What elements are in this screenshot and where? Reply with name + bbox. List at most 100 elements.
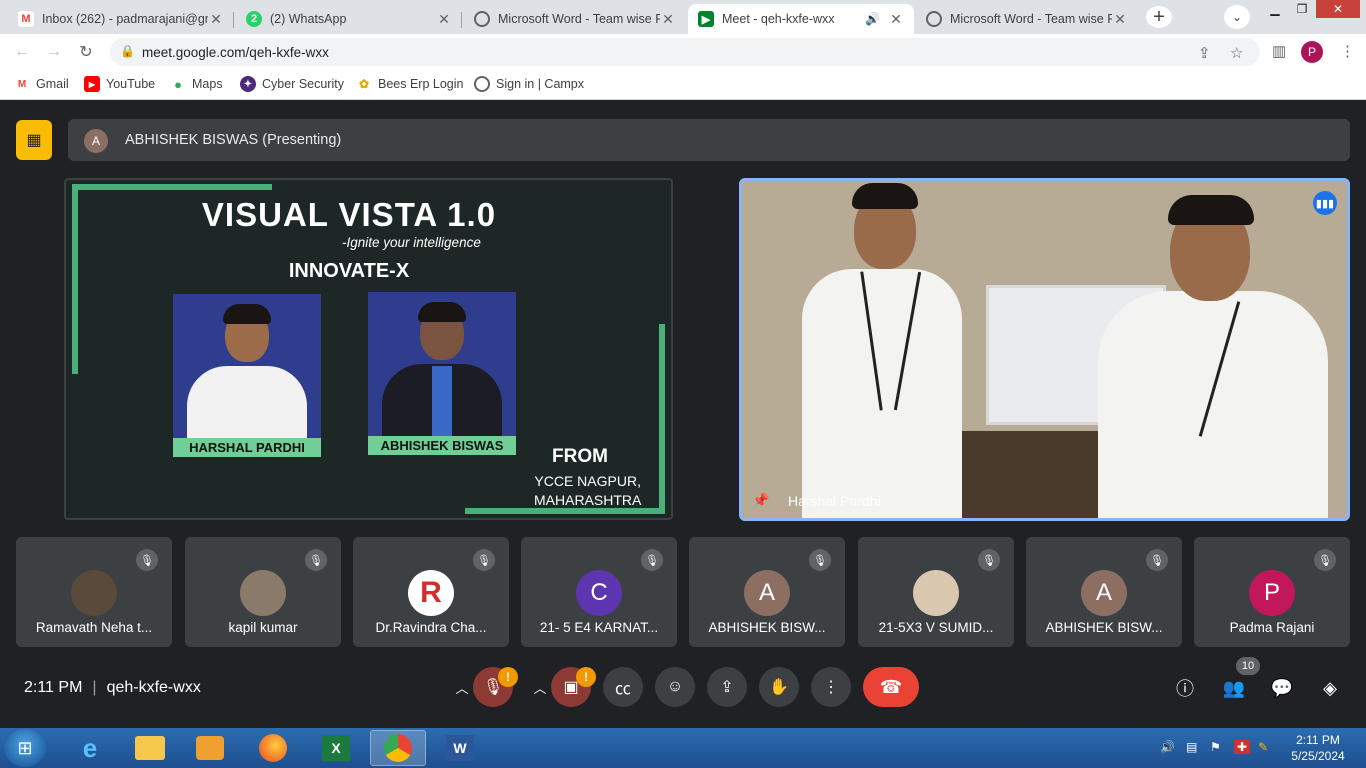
captions-button[interactable]: ㏄ — [603, 667, 643, 707]
back-button[interactable]: ← — [10, 40, 34, 64]
taskbar-firefox[interactable] — [245, 730, 301, 766]
close-window-button[interactable]: ✕ — [1316, 0, 1360, 18]
camera-warning-badge: ! — [576, 667, 596, 687]
chrome-icon — [384, 734, 412, 762]
tab-whatsapp[interactable]: 2 (2) WhatsApp ✕ — [236, 4, 462, 34]
tab-word-1[interactable]: Microsoft Word - Team wise Pr ✕ — [464, 4, 686, 34]
people-icon[interactable]: 👥 — [1221, 675, 1247, 701]
emoji-reactions-button[interactable]: ☺ — [655, 667, 695, 707]
bookmark-label: Maps — [192, 77, 223, 91]
spotlight-video-tile[interactable]: ▮▮▮ 📌 Harshal Pardhi — [739, 178, 1350, 521]
globe-icon — [926, 11, 942, 27]
bookmark-gmail[interactable]: M Gmail — [14, 76, 69, 92]
taskbar-chrome[interactable] — [370, 730, 426, 766]
tab-title: Microsoft Word - Team wise Pr — [498, 12, 660, 26]
mic-off-icon: 🎙 — [1146, 549, 1168, 571]
bookmark-label: YouTube — [106, 77, 156, 91]
action-center-icon[interactable]: ⚑ — [1210, 740, 1221, 754]
new-tab-button[interactable]: + — [1146, 6, 1172, 28]
taskbar-media-player[interactable] — [182, 730, 238, 766]
mic-off-icon: 🎙 — [1314, 549, 1336, 571]
participant-tile[interactable]: 🎙 P Padma Rajani — [1194, 537, 1350, 647]
tab-meet[interactable]: ▶ Meet - qeh-kxfe-wxx 🔊 ✕ — [688, 4, 914, 34]
maps-icon: ● — [174, 76, 182, 92]
network-icon[interactable]: ▤ — [1186, 740, 1197, 754]
member-photo-2 — [368, 292, 516, 438]
volume-icon[interactable]: 🔊 — [1160, 740, 1175, 754]
slide-title: VISUAL VISTA 1.0 — [201, 196, 497, 233]
raise-hand-button[interactable]: ✋ — [759, 667, 799, 707]
presentation-toggle-button[interactable]: ▦ — [16, 120, 52, 160]
system-clock[interactable]: 2:11 PM 5/25/2024 — [1282, 732, 1354, 764]
bookmark-campx[interactable]: Sign in | Campx — [474, 76, 584, 92]
minimize-button[interactable]: ▁ — [1262, 0, 1288, 18]
forward-button[interactable]: → — [42, 40, 66, 64]
bookmark-maps[interactable]: ● Maps — [170, 76, 223, 92]
video-options-chevron-icon[interactable]: ︿ — [527, 674, 553, 700]
mic-off-icon: 🎙 — [136, 549, 158, 571]
lock-icon[interactable]: 🔒 — [120, 44, 135, 58]
participant-name: kapil kumar — [228, 620, 298, 635]
participant-tile[interactable]: 🎙 21-5X3 V SUMID... — [858, 537, 1014, 647]
participant-tile[interactable]: 🎙 R Dr.Ravindra Cha... — [353, 537, 509, 647]
leave-call-button[interactable]: ☎ — [863, 667, 919, 707]
meet-icon: ▶ — [698, 11, 714, 27]
media-player-icon — [196, 736, 224, 760]
member-name-1: HARSHAL PARDHI — [173, 438, 321, 457]
taskbar-excel[interactable]: X — [308, 730, 364, 766]
start-button[interactable]: ⊞ — [4, 729, 46, 767]
close-tab-icon[interactable]: ✕ — [660, 11, 676, 28]
participant-tile[interactable]: 🎙 A ABHISHEK BISW... — [689, 537, 845, 647]
bookmark-star-icon[interactable]: ☆ — [1230, 44, 1243, 62]
tab-search-button[interactable]: ⌄ — [1224, 5, 1250, 29]
tray-app-icon[interactable]: ✎ — [1258, 740, 1268, 754]
bookmark-youtube[interactable]: ▶ YouTube — [84, 76, 155, 92]
chat-icon[interactable]: 💬 — [1269, 675, 1295, 701]
share-icon[interactable]: ⇪ — [1198, 44, 1211, 62]
profile-avatar[interactable]: P — [1301, 41, 1323, 63]
menu-icon[interactable]: ⋮ — [1340, 42, 1355, 60]
slide-subtitle: -Ignite your intelligence — [342, 235, 481, 250]
bookmark-label: Sign in | Campx — [496, 77, 585, 91]
bookmarks-bar: M Gmail ▶ YouTube ● Maps ✦ Cyber Securit… — [0, 70, 1366, 100]
close-tab-icon[interactable]: ✕ — [1112, 11, 1128, 28]
taskbar-word[interactable]: W — [432, 730, 488, 766]
participant-name: 21- 5 E4 KARNAT... — [539, 620, 659, 635]
maximize-button[interactable]: ❐ — [1289, 0, 1315, 18]
system-date: 5/25/2024 — [1291, 749, 1345, 763]
taskbar-ie[interactable]: e — [62, 730, 118, 766]
windows-taskbar: ⊞ e X W 🔊 ▤ ⚑ ✚ ✎ 2:11 PM 5/25/2024 — [0, 728, 1366, 768]
internet-explorer-icon: e — [82, 732, 98, 763]
tab-gmail[interactable]: M Inbox (262) - padmarajani@gm ✕ — [8, 4, 234, 34]
member-name-2: ABHISHEK BISWAS — [368, 436, 516, 455]
participant-avatar: P — [1249, 570, 1295, 616]
audio-options-chevron-icon[interactable]: ︿ — [449, 674, 475, 700]
tab-word-2[interactable]: Microsoft Word - Team wise Pr ✕ — [916, 4, 1138, 34]
audio-playing-icon[interactable]: 🔊 — [865, 12, 880, 26]
close-tab-icon[interactable]: ✕ — [888, 11, 904, 28]
close-tab-icon[interactable]: ✕ — [436, 11, 452, 28]
participant-tile[interactable]: 🎙 Ramavath Neha t... — [16, 537, 172, 647]
activities-icon[interactable]: ◈ — [1317, 675, 1343, 701]
participant-tile[interactable]: 🎙 kapil kumar — [185, 537, 341, 647]
address-bar[interactable]: 🔒 meet.google.com/qeh-kxfe-wxx ⇪ ☆ — [110, 38, 1260, 66]
participant-avatar — [71, 570, 117, 616]
bookmark-cyber-security[interactable]: ✦ Cyber Security — [240, 76, 344, 92]
antivirus-icon[interactable]: ✚ — [1234, 740, 1251, 754]
side-panel-icon[interactable]: ▥ — [1272, 42, 1286, 60]
reload-button[interactable]: ↻ — [74, 40, 98, 64]
participant-tile[interactable]: 🎙 C 21- 5 E4 KARNAT... — [521, 537, 677, 647]
taskbar-explorer[interactable] — [122, 730, 178, 766]
tab-title: Microsoft Word - Team wise Pr — [950, 12, 1112, 26]
bookmark-label: Gmail — [36, 77, 69, 91]
present-now-button[interactable]: ⇪ — [707, 667, 747, 707]
participant-tile[interactable]: 🎙 A ABHISHEK BISW... — [1026, 537, 1182, 647]
pin-icon[interactable]: 📌 — [752, 492, 769, 509]
close-tab-icon[interactable]: ✕ — [208, 11, 224, 28]
bookmark-bees-erp[interactable]: ✿ Bees Erp Login — [356, 76, 464, 92]
spotlight-name: Harshal Pardhi — [788, 493, 881, 509]
participant-avatar: A — [1081, 570, 1127, 616]
whatsapp-icon: 2 — [246, 11, 262, 27]
more-options-button[interactable]: ⋮ — [811, 667, 851, 707]
meeting-details-icon[interactable]: ⓘ — [1172, 675, 1198, 701]
